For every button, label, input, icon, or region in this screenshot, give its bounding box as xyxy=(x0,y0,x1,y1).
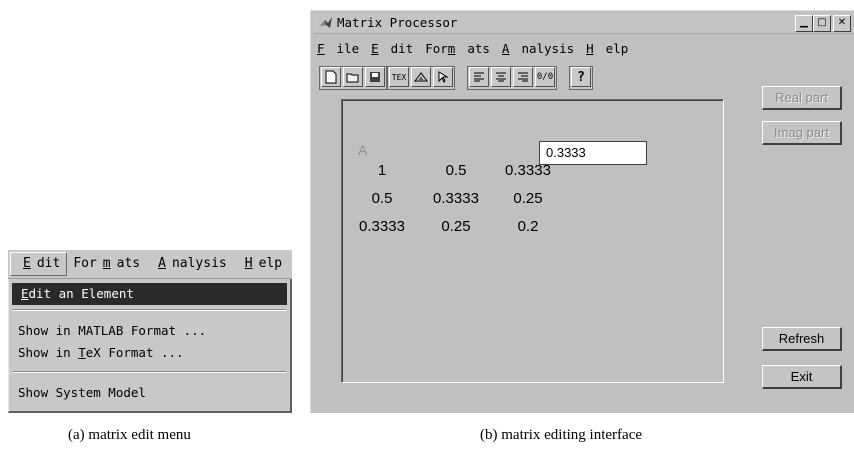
matrix-cell-3-3[interactable]: 0.2 xyxy=(498,218,558,235)
matlab-logo-icon xyxy=(320,17,332,28)
matrix-cell-3-2[interactable]: 0.25 xyxy=(426,218,486,235)
model-icon[interactable] xyxy=(411,67,431,87)
toolbar-group-help: ? xyxy=(569,66,593,90)
window-title: Matrix Processor xyxy=(337,15,458,30)
matrix-cell-2-1[interactable]: 0.5 xyxy=(352,190,412,207)
toolbar-group-file xyxy=(319,66,387,90)
tex-icon[interactable]: TEX xyxy=(389,67,409,87)
element-edit-field[interactable]: 0.3333 xyxy=(539,141,647,165)
pointer-icon[interactable] xyxy=(433,67,453,87)
menu-help[interactable]: Help xyxy=(586,41,628,56)
open-icon[interactable] xyxy=(343,67,363,87)
menu-item-show-matlab[interactable]: Show in MATLAB Format ... xyxy=(12,320,287,342)
title-bar: Matrix Processor ▁ □ ✕ xyxy=(313,13,854,34)
menu-help[interactable]: Help xyxy=(233,253,288,275)
edit-dropdown: Edit an Element Show in MATLAB Format ..… xyxy=(8,279,292,413)
menu-edit[interactable]: Edit xyxy=(10,252,68,276)
menu-analysis[interactable]: Analysis xyxy=(146,253,233,275)
matrix-cell-1-2[interactable]: 0.5 xyxy=(426,162,486,179)
maximize-icon[interactable]: □ xyxy=(813,15,831,32)
minimize-icon[interactable]: ▁ xyxy=(795,15,813,32)
matrix-cell-1-1[interactable]: 1 xyxy=(352,162,412,179)
menu-bar: Edit For m ats Analysis Help xyxy=(8,250,292,279)
close-icon[interactable]: ✕ xyxy=(833,15,851,32)
toolbar-group-align: 0/0 xyxy=(467,66,557,90)
matrix-name-label: A xyxy=(358,142,368,158)
menu-analysis[interactable]: Analysis xyxy=(502,41,574,56)
menu-formats[interactable]: Formats xyxy=(67,253,146,275)
menu-file[interactable]: File xyxy=(317,41,359,56)
real-part-button[interactable]: Real part xyxy=(762,86,842,110)
menu-item-show-tex[interactable]: Show in TeX Format ... xyxy=(12,342,287,364)
matrix-cell-3-1[interactable]: 0.3333 xyxy=(352,218,412,235)
menu-divider xyxy=(13,309,286,311)
menu-edit[interactable]: Edit xyxy=(371,41,413,56)
caption-b: (b) matrix editing interface xyxy=(480,427,643,443)
align-center-icon[interactable] xyxy=(491,67,511,87)
matrix-processor-window: Matrix Processor ▁ □ ✕ File Edit Form ats An… xyxy=(310,10,854,413)
matrix-cell-2-3[interactable]: 0.25 xyxy=(498,190,558,207)
caption-a: (a) matrix edit menu xyxy=(68,427,191,443)
imag-part-button[interactable]: Imag part xyxy=(762,121,842,145)
exit-button[interactable]: Exit xyxy=(762,365,842,389)
menu-item-show-system-model[interactable]: Show System Model xyxy=(12,382,287,404)
edit-menu-screenshot: Edit For m ats Analysis Help Edit an Eleme… xyxy=(8,250,292,413)
fraction-icon[interactable]: 0/0 xyxy=(535,67,555,87)
refresh-button[interactable]: Refresh xyxy=(762,327,842,351)
new-icon[interactable] xyxy=(321,67,341,87)
matrix-panel: A 1 0.5 0.3333 0.5 0.3333 0.25 0.3333 0.… xyxy=(341,99,724,383)
align-left-icon[interactable] xyxy=(469,67,489,87)
menu-divider xyxy=(13,371,286,373)
align-right-icon[interactable] xyxy=(513,67,533,87)
matrix-cell-2-2[interactable]: 0.3333 xyxy=(426,190,486,207)
help-icon[interactable]: ? xyxy=(571,67,591,87)
save-icon[interactable] xyxy=(365,67,385,87)
menu-formats[interactable]: Formats xyxy=(425,41,490,56)
toolbar-group-tools: TEX xyxy=(387,66,455,90)
window-menu-bar: File Edit Form ats Analysis Help xyxy=(317,41,640,56)
menu-item-edit-element[interactable]: Edit an Element xyxy=(12,283,287,305)
